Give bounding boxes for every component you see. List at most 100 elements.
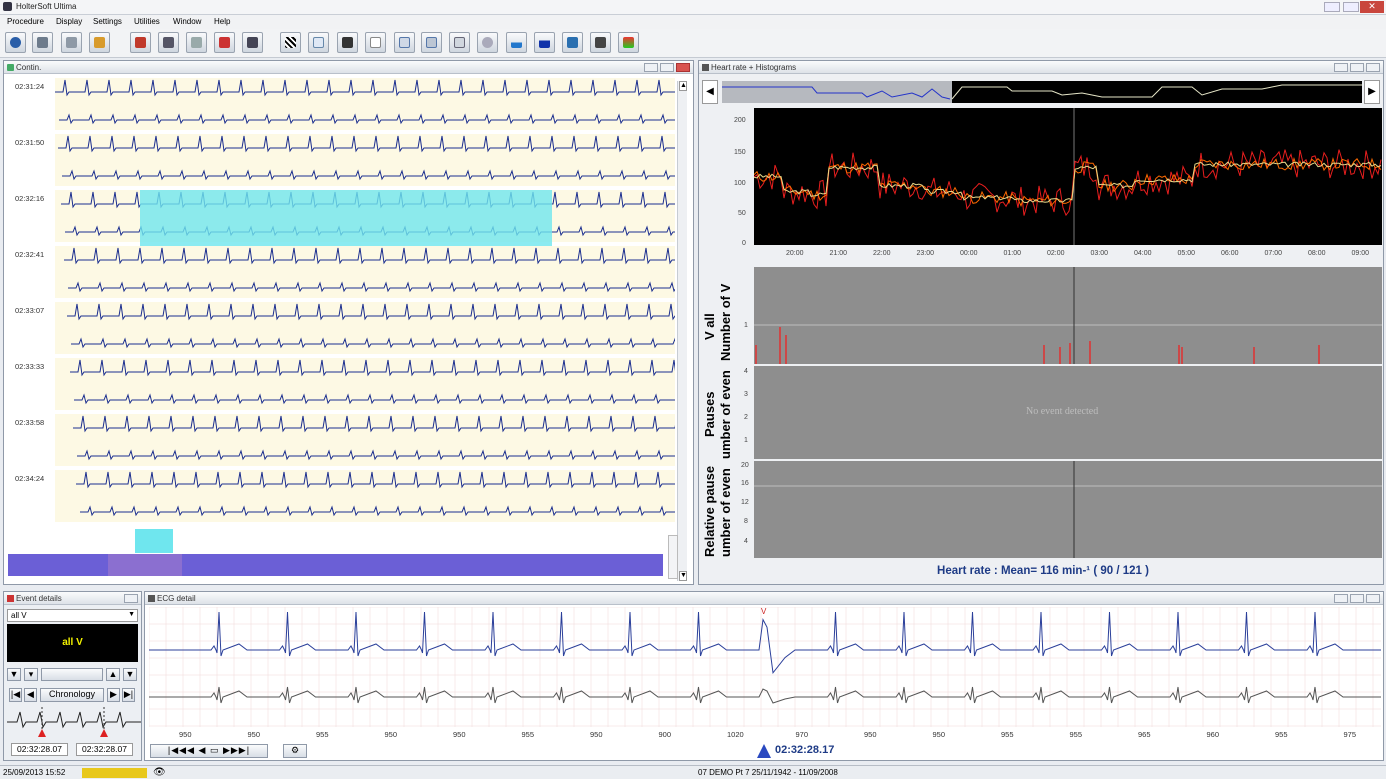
relative-pause-label: Relative pause	[702, 465, 717, 557]
status-datetime: 25/09/2013 15:52	[3, 768, 66, 777]
overview-selection[interactable]	[135, 529, 173, 553]
undo-icon[interactable]	[130, 32, 151, 53]
report-icon[interactable]	[337, 32, 358, 53]
filter-icon[interactable]: ▼	[7, 668, 21, 681]
rr-label: 1020	[727, 730, 744, 739]
disk-icon[interactable]	[32, 32, 53, 53]
menu-display[interactable]: Display	[56, 17, 82, 26]
event-end-time[interactable]: 02:32:28.07	[76, 743, 133, 756]
heart-rate-trend-chart[interactable]	[753, 108, 1382, 245]
event-thumbnail[interactable]	[7, 707, 141, 737]
hr-xtick: 08:00	[1308, 250, 1326, 257]
playback-controls[interactable]: |◀◀◀ ◀ ▭ ▶▶▶|	[150, 744, 268, 758]
scroll-down-icon[interactable]: ▼	[679, 571, 687, 581]
pauses-ytick: 1	[744, 437, 748, 444]
event-start-time[interactable]: 02:32:28.07	[11, 743, 68, 756]
overview-timeline[interactable]	[8, 554, 663, 576]
menu-window[interactable]: Window	[173, 17, 201, 26]
eraser-icon[interactable]	[186, 32, 207, 53]
ecg-grid-icon[interactable]	[308, 32, 329, 53]
hr-xtick: 23:00	[916, 250, 935, 257]
eye-icon[interactable]: 👁	[153, 767, 166, 778]
table-icon[interactable]	[394, 32, 415, 53]
monitor-icon[interactable]	[158, 32, 179, 53]
minimize-button[interactable]	[1324, 2, 1340, 12]
panel-close-button[interactable]	[676, 63, 690, 72]
rr-label: 960	[1206, 730, 1220, 739]
ecg-lead-1	[64, 247, 675, 265]
ecg-strip-row[interactable]	[55, 470, 675, 522]
hr-next-arrow-icon[interactable]: ▶	[1364, 80, 1380, 104]
ecg-lead-2	[74, 393, 675, 405]
ecg-detail-lead-1	[149, 611, 1381, 675]
ecg-strip-row[interactable]	[55, 414, 675, 466]
mosaic-icon[interactable]	[562, 32, 583, 53]
heart-rate-summary: Heart rate : Mean= 116 min-¹ ( 90 / 121 …	[937, 565, 1149, 577]
ecg-strip-row[interactable]	[55, 134, 675, 186]
menu-procedure[interactable]: Procedure	[7, 17, 44, 26]
close-button[interactable]: ✕	[1360, 1, 1384, 13]
panel-minimize-button[interactable]	[644, 63, 658, 72]
clock-icon[interactable]	[477, 32, 498, 53]
hr-maximize-button[interactable]	[1350, 63, 1364, 72]
filter-dropdown-icon[interactable]: ▾	[24, 668, 38, 681]
hr-close-button[interactable]	[1366, 63, 1380, 72]
heart-rate-header: Heart rate + Histograms	[699, 61, 1383, 74]
ventricular-beat-marker: V	[761, 607, 767, 616]
tape-icon[interactable]	[618, 32, 639, 53]
prev-event-icon[interactable]: ◀	[24, 688, 37, 702]
ecg-strip-row[interactable]	[55, 302, 675, 354]
ecg-minimize-button[interactable]	[1334, 594, 1348, 603]
threshold-field[interactable]	[41, 668, 103, 681]
hr-xtick: 21:00	[829, 250, 848, 257]
panel-maximize-button[interactable]	[660, 63, 674, 72]
scroll-up-icon[interactable]: ▲	[679, 81, 687, 91]
open-record-icon[interactable]	[5, 32, 26, 53]
ecg-close-button[interactable]	[1366, 594, 1380, 603]
sort-up-icon[interactable]: ▲	[106, 668, 120, 681]
hr-minimize-button[interactable]	[1334, 63, 1348, 72]
overview-zoom-slider[interactable]	[668, 535, 678, 579]
sort-down-icon[interactable]: ▼	[123, 668, 137, 681]
histogram-blue-icon[interactable]	[534, 32, 555, 53]
maximize-button[interactable]	[1343, 2, 1359, 12]
histogram-icon[interactable]	[506, 32, 527, 53]
hr-xtick: 05:00	[1177, 250, 1196, 257]
menu-utilities[interactable]: Utilities	[134, 17, 160, 26]
next-event-icon[interactable]: ▶	[107, 688, 120, 702]
v-all-histogram[interactable]	[754, 267, 1382, 364]
recorder-icon[interactable]	[590, 32, 611, 53]
event-close-button[interactable]	[124, 594, 138, 603]
ecg-lead-1	[73, 415, 675, 433]
cursor-marker-icon[interactable]	[757, 744, 771, 758]
page-icon[interactable]	[365, 32, 386, 53]
save-icon[interactable]	[242, 32, 263, 53]
ecg-maximize-button[interactable]	[1350, 594, 1364, 603]
strip-timestamp: 02:32:16	[15, 194, 45, 203]
print-icon[interactable]	[214, 32, 235, 53]
pauses-histogram[interactable]: No event detected	[754, 366, 1382, 459]
sort-order-select[interactable]: Chronology	[40, 688, 104, 702]
gear-report-icon[interactable]	[449, 32, 470, 53]
ecg-detail-trace[interactable]: V	[149, 607, 1381, 727]
pen-icon[interactable]	[89, 32, 110, 53]
relative-pause-histogram[interactable]	[754, 461, 1382, 558]
flag-icon[interactable]	[280, 32, 301, 53]
event-type-select[interactable]: all V ▼	[7, 609, 138, 622]
ecg-strip-row[interactable]	[55, 358, 675, 410]
menu-help[interactable]: Help	[214, 17, 230, 26]
last-event-icon[interactable]: ▶|	[122, 688, 135, 702]
selection-highlight[interactable]	[140, 190, 552, 246]
hr-navigator-trace	[722, 81, 1362, 103]
ecg-strip-row[interactable]	[55, 246, 675, 298]
calculator-icon[interactable]	[421, 32, 442, 53]
first-event-icon[interactable]: |◀	[9, 688, 22, 702]
settings-gear-icon[interactable]: ⚙	[283, 744, 307, 758]
ecg-scrollbar[interactable]: ▲ ▼	[677, 81, 687, 581]
hr-prev-arrow-icon[interactable]: ◀	[702, 80, 718, 104]
ecg-strip-row[interactable]	[55, 78, 675, 130]
network-icon[interactable]	[61, 32, 82, 53]
menu-settings[interactable]: Settings	[93, 17, 122, 26]
hr-xtick: 06:00	[1221, 250, 1239, 257]
hr-navigator[interactable]	[722, 81, 1362, 103]
